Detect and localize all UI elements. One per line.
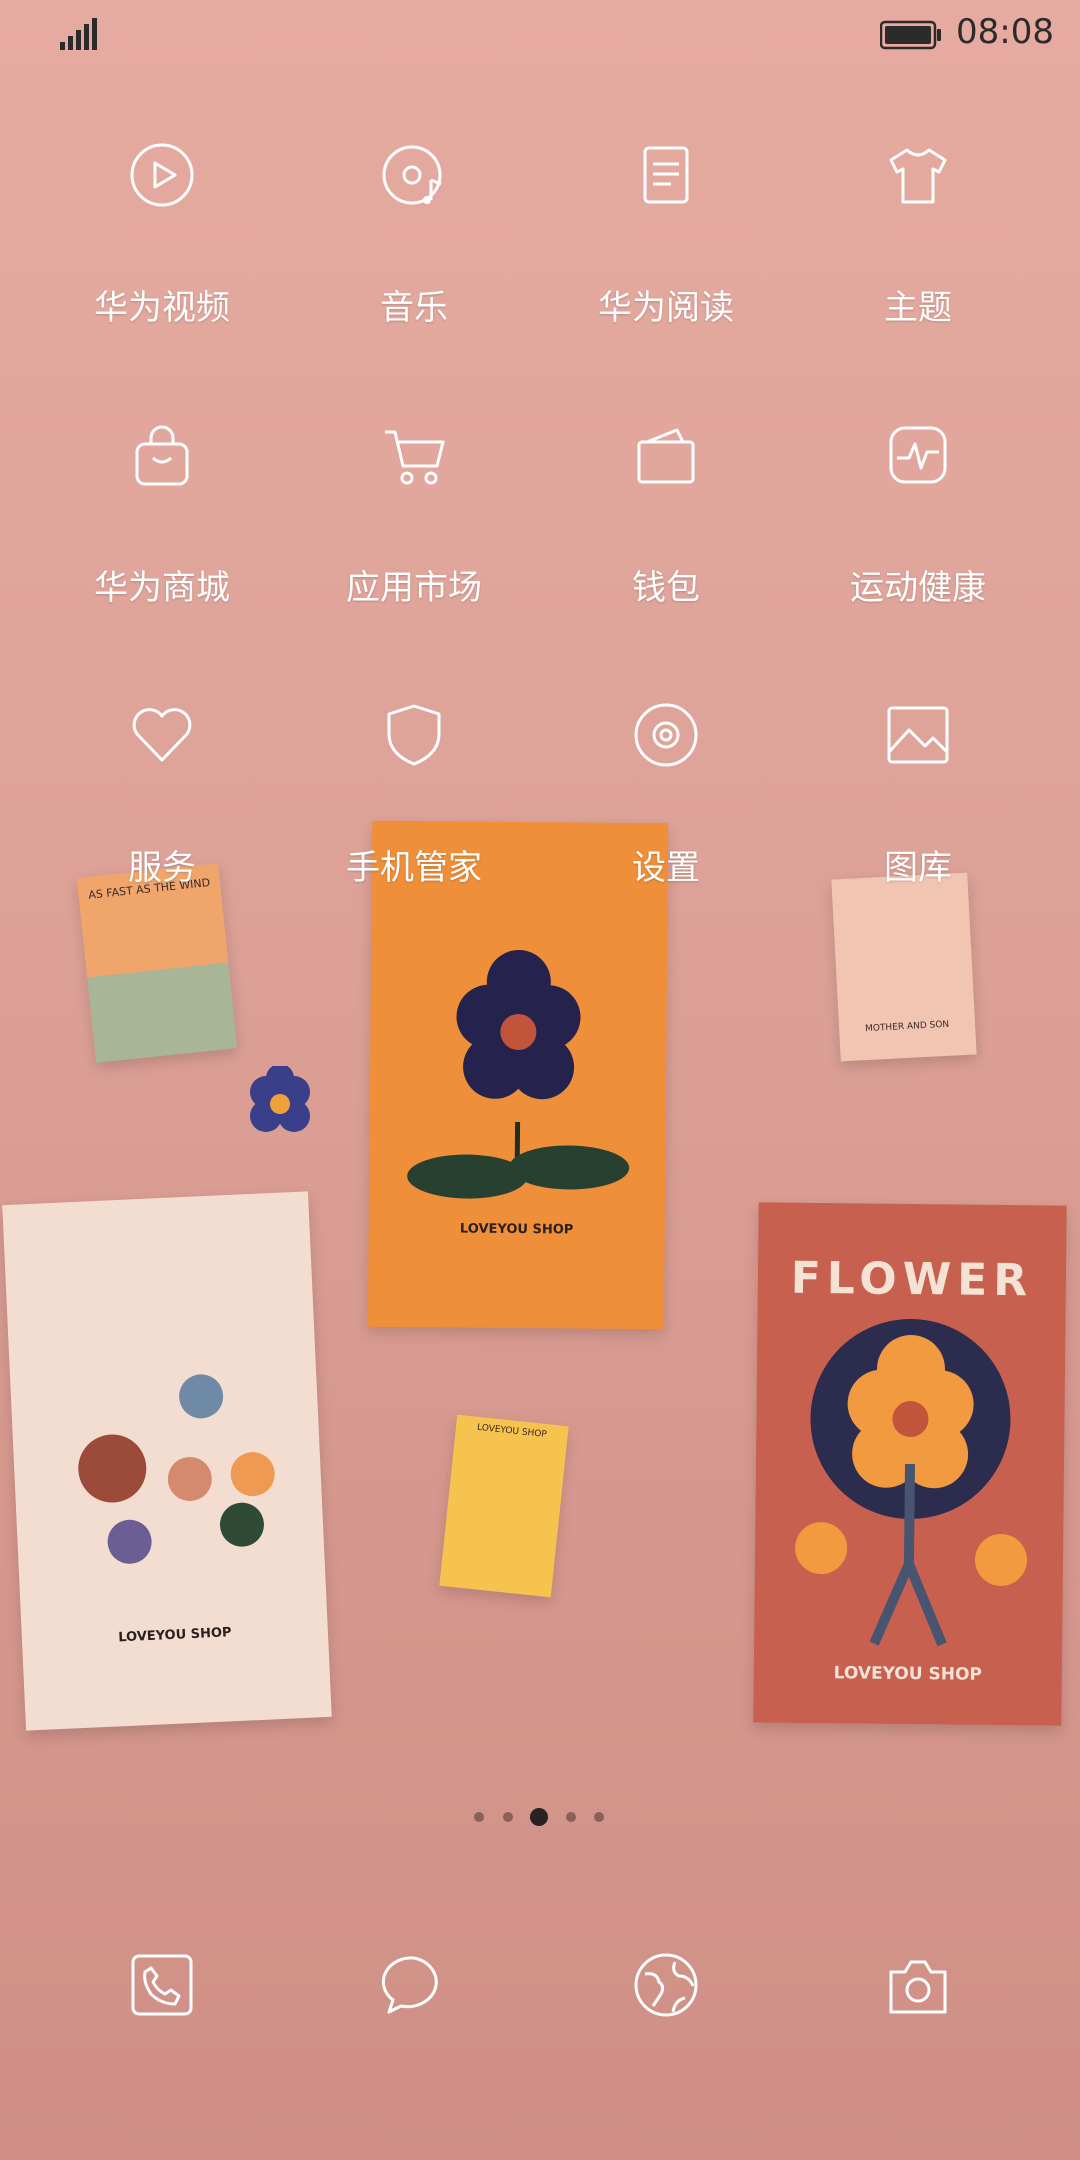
- app-label: 华为视频: [94, 288, 230, 328]
- app-phone-manager[interactable]: 手机管家: [288, 700, 540, 940]
- wallpaper-card-flower: FLOWER LOVEYOU SHOP: [753, 1202, 1067, 1726]
- app-label: 华为商城: [94, 568, 230, 608]
- page-dot[interactable]: [474, 1812, 484, 1822]
- app-label: 手机管家: [346, 848, 482, 888]
- page-dot[interactable]: [566, 1812, 576, 1822]
- play-icon: [130, 143, 194, 207]
- app-settings[interactable]: 设置: [540, 700, 792, 940]
- gear-icon: [634, 703, 698, 767]
- shopping-bag-icon: [135, 425, 189, 486]
- wallet-icon: [637, 428, 695, 484]
- browser-icon[interactable]: [631, 1950, 701, 2020]
- message-icon[interactable]: [379, 1950, 449, 2020]
- app-label: 服务: [128, 848, 196, 888]
- page-dot[interactable]: [503, 1812, 513, 1822]
- dock: [0, 1950, 1080, 2020]
- wallpaper-card-faces: LOVEYOU SHOP: [2, 1191, 332, 1731]
- shield-icon: [387, 704, 441, 766]
- health-icon: [889, 426, 947, 484]
- heart-icon: [132, 708, 192, 762]
- app-label: 钱包: [632, 568, 700, 608]
- app-label: 运动健康: [850, 568, 986, 608]
- app-themes[interactable]: 主题: [792, 140, 1044, 380]
- page-dot[interactable]: [594, 1812, 604, 1822]
- app-huawei-reading[interactable]: 华为阅读: [540, 140, 792, 380]
- tshirt-icon: [889, 148, 947, 204]
- app-app-market[interactable]: 应用市场: [288, 420, 540, 660]
- app-label: 应用市场: [346, 568, 482, 608]
- status-time: 08:08: [956, 12, 1054, 52]
- app-wallet[interactable]: 钱包: [540, 420, 792, 660]
- signal-icon: [60, 18, 97, 50]
- app-music[interactable]: 音乐: [288, 140, 540, 380]
- page-indicator: [0, 1806, 1080, 1826]
- app-label: 设置: [632, 848, 700, 888]
- phone-icon[interactable]: [127, 1950, 197, 2020]
- app-services[interactable]: 服务: [36, 700, 288, 940]
- app-label: 华为阅读: [598, 288, 734, 328]
- book-icon: [643, 146, 689, 204]
- gallery-icon: [887, 706, 949, 764]
- app-label: 图库: [884, 848, 952, 888]
- app-gallery[interactable]: 图库: [792, 700, 1044, 940]
- music-icon: [382, 145, 442, 205]
- camera-icon[interactable]: [883, 1950, 953, 2020]
- app-health[interactable]: 运动健康: [792, 420, 1044, 660]
- app-huawei-video[interactable]: 华为视频: [36, 140, 288, 380]
- status-bar: 08:08: [0, 0, 1080, 70]
- faces-illustration: [78, 1374, 275, 1564]
- wallpaper-small-flower: [250, 1066, 310, 1132]
- wallpaper-card-tiny: LOVEYOU SHOP: [439, 1414, 569, 1598]
- app-label: 主题: [884, 288, 952, 328]
- cart-icon: [385, 430, 445, 485]
- battery-icon: [880, 20, 941, 50]
- app-huawei-mall[interactable]: 华为商城: [36, 420, 288, 660]
- app-label: 音乐: [380, 288, 448, 328]
- page-dot-active[interactable]: [530, 1808, 548, 1826]
